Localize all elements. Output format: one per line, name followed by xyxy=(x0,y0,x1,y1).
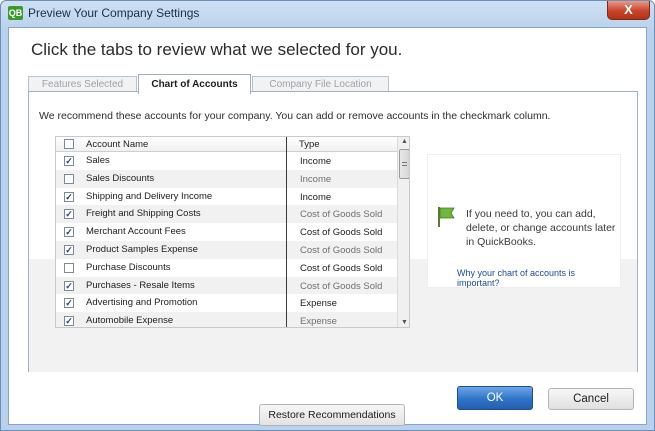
table-row[interactable]: ✓ Advertising and Promotion Expense xyxy=(56,294,397,312)
account-name-cell: Shipping and Delivery Income xyxy=(86,190,213,202)
account-name-cell: Advertising and Promotion xyxy=(86,297,198,309)
account-type-cell: Expense xyxy=(300,298,337,310)
accounts-grid: Account Name Type ✓ Sales Income Sales Disc… xyxy=(55,136,410,328)
account-type-cell: Cost of Goods Sold xyxy=(300,227,383,239)
dialog-body: Click the tabs to review what we selecte… xyxy=(8,27,647,426)
account-type-cell: Income xyxy=(300,173,332,185)
account-type-cell: Expense xyxy=(300,316,337,328)
column-header-account-name[interactable]: Account Name xyxy=(86,139,148,150)
restore-recommendations-button[interactable]: Restore Recommendations xyxy=(259,404,405,426)
window-title: Preview Your Company Settings xyxy=(28,6,200,20)
vertical-scrollbar[interactable]: ▲ ▼ xyxy=(397,137,409,327)
table-row[interactable]: ✓ Product Samples Expense Cost of Goods So… xyxy=(56,241,397,259)
table-row[interactable]: ✓ Automobile Expense Expense xyxy=(56,312,397,328)
table-row[interactable]: ✓ Merchant Account Fees Cost of Goods Sold xyxy=(56,223,397,241)
account-type-cell: Cost of Goods Sold xyxy=(300,209,383,221)
app-icon: QB xyxy=(8,6,23,20)
page-title: Click the tabs to review what we selecte… xyxy=(31,40,403,59)
column-separator xyxy=(286,137,287,327)
account-type-cell: Cost of Goods Sold xyxy=(300,280,383,292)
account-checkbox[interactable]: ✓ xyxy=(64,191,74,202)
scroll-down-arrow-icon[interactable]: ▼ xyxy=(400,319,409,326)
column-header-type[interactable]: Type xyxy=(299,139,320,150)
flag-icon xyxy=(438,207,455,227)
dialog-window: QB Preview Your Company Settings X Click… xyxy=(0,0,655,431)
table-row[interactable]: Purchase Discounts Cost of Goods Sold xyxy=(56,259,397,277)
table-row[interactable]: ✓ Purchases - Resale Items Cost of Goods S… xyxy=(56,276,397,295)
account-checkbox[interactable]: ✓ xyxy=(64,316,74,327)
account-type-cell: Income xyxy=(300,191,332,203)
account-type-cell: Income xyxy=(300,156,332,167)
cancel-button[interactable]: Cancel xyxy=(548,388,634,410)
close-button[interactable]: X xyxy=(607,1,650,20)
account-checkbox[interactable] xyxy=(64,173,74,184)
account-checkbox[interactable]: ✓ xyxy=(64,209,74,220)
account-name-cell: Product Samples Expense xyxy=(86,244,198,255)
scroll-thumb[interactable] xyxy=(399,149,409,179)
account-name-cell: Purchase Discounts xyxy=(86,261,171,273)
table-row[interactable]: Sales Discounts Income xyxy=(56,169,397,188)
info-box: If you need to, you can add, delete, or … xyxy=(427,154,621,288)
scroll-up-arrow-icon[interactable]: ▲ xyxy=(400,138,409,145)
account-name-cell: Sales xyxy=(86,155,110,166)
account-checkbox[interactable]: ✓ xyxy=(64,280,74,291)
table-row[interactable]: ✓ Shipping and Delivery Income Income xyxy=(56,188,397,206)
account-type-cell: Cost of Goods Sold xyxy=(300,262,383,274)
account-checkbox[interactable]: ✓ xyxy=(64,156,74,166)
account-name-cell: Automobile Expense xyxy=(86,315,174,327)
tab-panel: We recommend these accounts for your com… xyxy=(28,91,638,426)
grid-header: Account Name Type xyxy=(56,137,397,152)
title-bar[interactable]: QB Preview Your Company Settings X xyxy=(1,1,654,25)
account-checkbox[interactable] xyxy=(64,262,74,273)
account-checkbox[interactable]: ✓ xyxy=(64,298,74,309)
ok-button[interactable]: OK xyxy=(457,386,533,410)
tab-chart-of-accounts[interactable]: Chart of Accounts xyxy=(138,74,251,94)
account-name-cell: Freight and Shipping Costs xyxy=(86,208,201,220)
table-row[interactable]: ✓ Freight and Shipping Costs Cost of Goods… xyxy=(56,205,397,224)
scroll-grip-icon xyxy=(402,162,407,166)
account-name-cell: Sales Discounts xyxy=(86,172,155,184)
table-row[interactable]: ✓ Sales Income xyxy=(56,152,397,170)
account-checkbox[interactable]: ✓ xyxy=(64,245,74,255)
account-type-cell: Cost of Goods Sold xyxy=(300,245,383,256)
account-name-cell: Merchant Account Fees xyxy=(86,226,186,238)
info-text: If you need to, you can add, delete, or … xyxy=(466,208,616,248)
account-name-cell: Purchases - Resale Items xyxy=(86,279,195,291)
account-checkbox[interactable]: ✓ xyxy=(64,227,74,238)
recommend-text: We recommend these accounts for your com… xyxy=(39,110,551,122)
chart-of-accounts-help-link[interactable]: Why your chart of accounts is important? xyxy=(457,268,620,288)
select-all-checkbox[interactable] xyxy=(64,139,74,149)
